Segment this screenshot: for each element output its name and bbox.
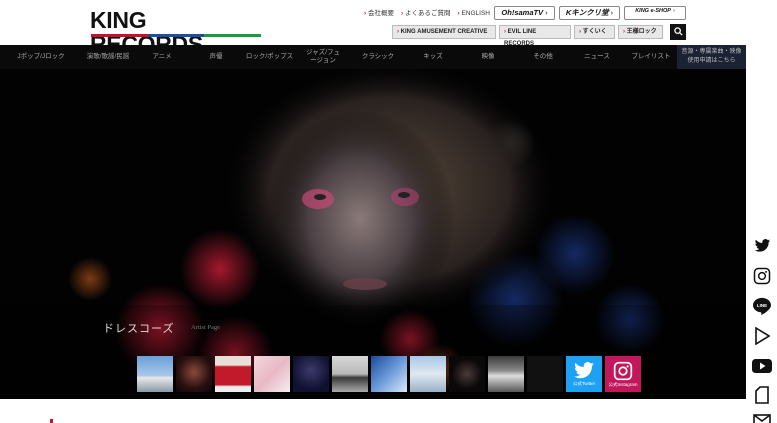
thumbnail-11[interactable] xyxy=(527,356,563,392)
thumbnail-10[interactable] xyxy=(488,356,524,392)
kingkurabu-label: Kキンクリ堂 xyxy=(565,8,609,17)
instagram-link-tile[interactable]: 公式Instagram xyxy=(605,356,641,392)
youtube-icon xyxy=(752,359,772,373)
nav-jpop[interactable]: Jポップ/Jロック xyxy=(0,45,82,69)
nav-enka[interactable]: 演歌/歌謡/民謡 xyxy=(82,45,134,69)
ohsama-tv-button[interactable]: Oh!samaTV › xyxy=(494,6,555,20)
nav-seiyu[interactable]: 声優 xyxy=(190,45,242,69)
instagram-icon xyxy=(753,267,771,285)
link-ousama-rock[interactable]: 王様ロック xyxy=(618,25,663,39)
link-faq[interactable]: よくあるご質問 xyxy=(401,9,451,18)
rail-line[interactable]: LINE xyxy=(752,296,772,316)
mail-icon xyxy=(753,413,771,423)
rail-instagram[interactable] xyxy=(752,266,772,286)
rail-play[interactable] xyxy=(752,326,772,346)
twitter-icon xyxy=(574,361,594,378)
tiktok-icon xyxy=(755,386,769,404)
play-icon xyxy=(755,327,770,345)
rail-mail[interactable] xyxy=(752,410,772,423)
artist-page-label: Artist Page xyxy=(191,324,221,331)
genre-nav: Jポップ/Jロック 演歌/歌謡/民謡 アニメ 声優 ロック/ポップス ジャズ/フ… xyxy=(0,45,746,69)
nav-rock-pops[interactable]: ロック/ポップス xyxy=(242,45,297,69)
artist-name: ドレスコーズ xyxy=(103,322,175,335)
release-thumbnails: 公式Twitter 公式Instagram xyxy=(137,356,641,392)
rail-twitter[interactable] xyxy=(752,236,772,256)
link-company[interactable]: 会社概要 xyxy=(364,9,394,18)
thumbnail-7[interactable] xyxy=(371,356,407,392)
magnifier-icon xyxy=(673,27,683,36)
thumbnail-1[interactable] xyxy=(137,356,173,392)
thumbnail-5[interactable] xyxy=(293,356,329,392)
thumbnail-8[interactable] xyxy=(410,356,446,392)
thumbnail-6[interactable] xyxy=(332,356,368,392)
link-evil-line[interactable]: EVIL LINE RECORDS xyxy=(499,25,571,47)
eshop-label: KING e-SHOP xyxy=(635,8,671,14)
nav-anime[interactable]: アニメ xyxy=(134,45,190,69)
search-button[interactable] xyxy=(670,24,686,40)
line-icon: LINE xyxy=(753,297,771,315)
nav-classic[interactable]: クラシック xyxy=(349,45,407,69)
twitter-link-tile[interactable]: 公式Twitter xyxy=(566,356,602,392)
twitter-icon xyxy=(754,239,770,252)
link-king-amusement[interactable]: KING AMUSEMENT CREATIVE xyxy=(392,25,496,39)
nav-other[interactable]: その他 xyxy=(517,45,569,69)
svg-text:LINE: LINE xyxy=(757,303,767,308)
twitter-tile-label: 公式Twitter xyxy=(572,380,596,386)
king-records-logo[interactable]: KING RECORDS xyxy=(90,8,262,56)
nav-kids[interactable]: キッズ xyxy=(407,45,459,69)
twitter-tile-content: 公式Twitter xyxy=(566,356,602,392)
section-accent-mark xyxy=(50,419,53,423)
instagram-tile-label: 公式Instagram xyxy=(608,381,638,387)
link-sukuiku[interactable]: すくいく xyxy=(574,25,615,39)
thumbnail-4[interactable] xyxy=(254,356,290,392)
usage-application-link[interactable]: 音源・専属楽曲・映像使用申請はこちら xyxy=(677,45,746,69)
top-links: 会社概要 よくあるご質問 ENGLISH xyxy=(364,9,490,18)
page-root: { "header": { "logo": "KING RECORDS", "t… xyxy=(0,0,777,423)
nav-jazz[interactable]: ジャズ/フュージョン xyxy=(297,45,349,69)
link-english[interactable]: ENGLISH xyxy=(457,9,490,18)
thumbnail-9[interactable] xyxy=(449,356,485,392)
site-header: KING RECORDS 会社概要 よくあるご質問 ENGLISH Oh!sam… xyxy=(0,0,746,56)
artist-photo xyxy=(0,69,746,399)
kingkurabu-button[interactable]: Kキンクリ堂 › xyxy=(559,6,620,20)
thumbnail-3[interactable] xyxy=(215,356,251,392)
rail-youtube[interactable] xyxy=(752,356,772,376)
thumbnail-2[interactable] xyxy=(176,356,212,392)
logo-color-bar xyxy=(91,34,262,37)
eshop-button[interactable]: KING e-SHOP › xyxy=(624,6,686,20)
ohsama-label: Oh!samaTV xyxy=(501,8,544,17)
nav-news[interactable]: ニュース xyxy=(569,45,625,69)
nav-playlist[interactable]: プレイリスト xyxy=(625,45,677,69)
nav-video[interactable]: 映像 xyxy=(459,45,517,69)
instagram-icon xyxy=(613,361,633,380)
social-rail: LINE xyxy=(746,0,777,423)
instagram-tile-content: 公式Instagram xyxy=(605,356,641,392)
content-area-start xyxy=(0,399,746,423)
rail-tiktok[interactable] xyxy=(752,385,772,405)
artist-hero: ドレスコーズ Artist Page xyxy=(0,69,746,399)
